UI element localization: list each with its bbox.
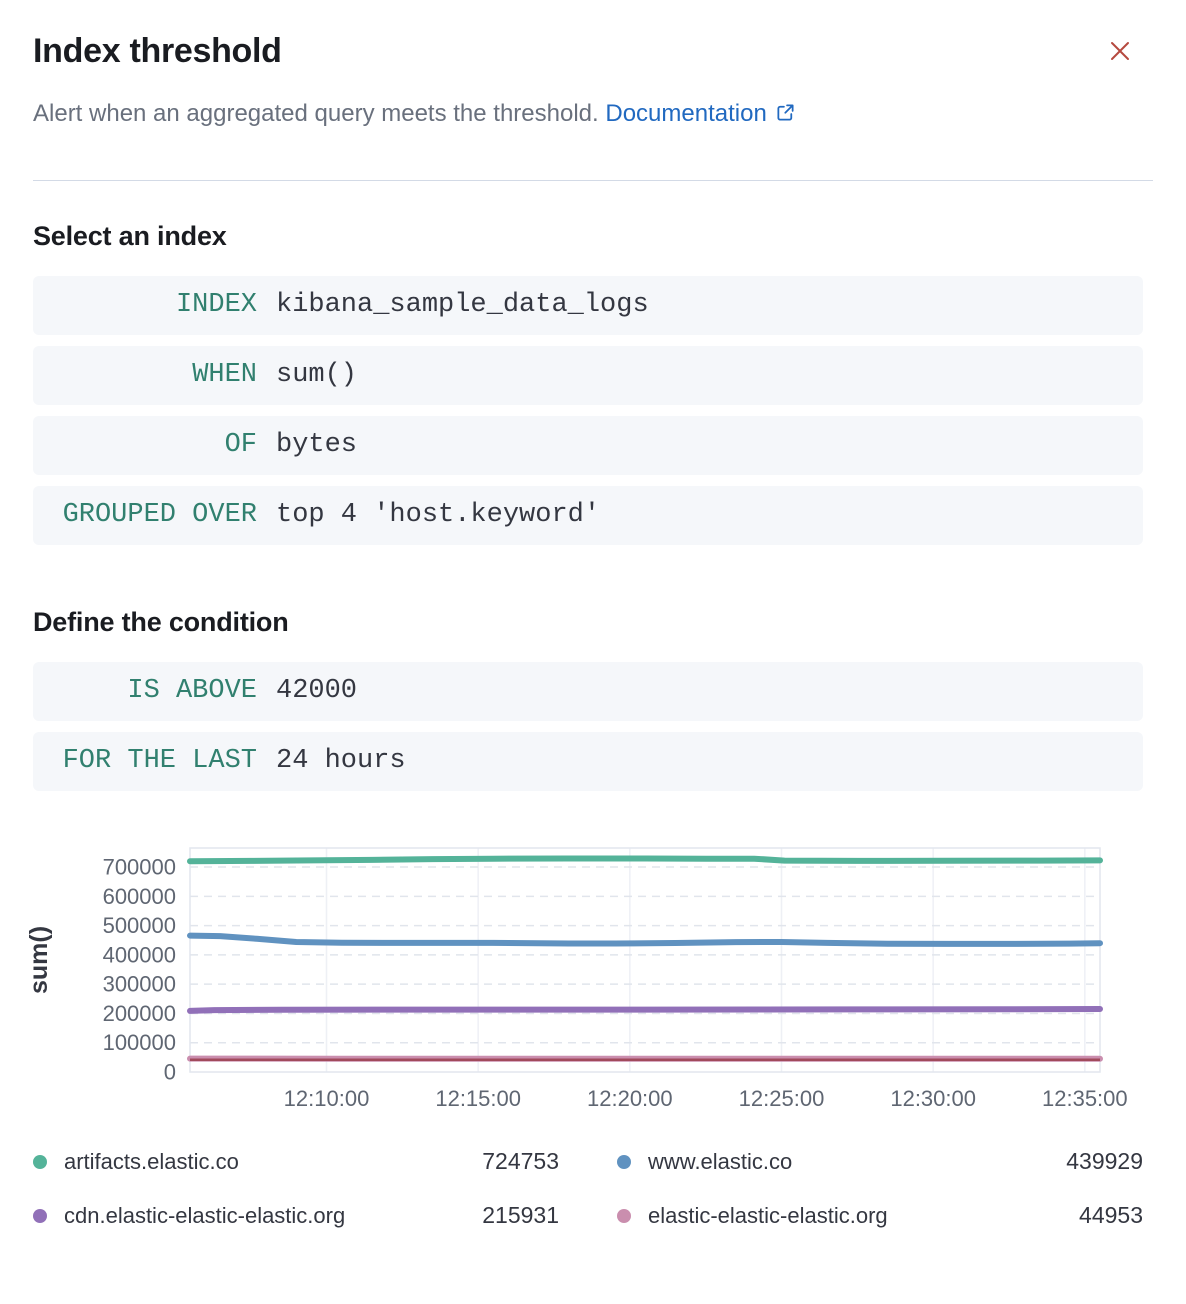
svg-text:300000: 300000: [103, 971, 176, 996]
flyout-header: Index threshold Alert when an aggregated…: [0, 0, 1186, 130]
legend-item: www.elastic.co 439929: [617, 1149, 1143, 1175]
threshold-preview-chart: 0 100000 200000 300000 400000 500000 600000 700…: [0, 833, 1186, 1123]
svg-text:500000: 500000: [103, 913, 176, 938]
expression-row-for-the-last[interactable]: FOR THE LAST 24 hours: [33, 732, 1143, 791]
legend-item: artifacts.elastic.co 724753: [33, 1149, 559, 1175]
expression-value: 24 hours: [276, 746, 406, 776]
legend-label: elastic-elastic-elastic.org: [648, 1203, 1043, 1229]
expression-keyword: FOR THE LAST: [33, 746, 257, 776]
expression-keyword: INDEX: [33, 290, 257, 320]
expression-value: sum(): [276, 360, 357, 390]
legend-dot-icon: [33, 1155, 47, 1169]
legend-label: www.elastic.co: [648, 1149, 1043, 1175]
expression-value: kibana_sample_data_logs: [276, 290, 649, 320]
legend-label: artifacts.elastic.co: [64, 1149, 459, 1175]
svg-text:700000: 700000: [103, 854, 176, 879]
condition-section: Define the condition IS ABOVE 42000 FOR …: [0, 607, 1186, 791]
expression-keyword: WHEN: [33, 360, 257, 390]
expression-value: 42000: [276, 676, 357, 706]
legend-value: 724753: [459, 1148, 559, 1175]
svg-text:200000: 200000: [103, 1000, 176, 1025]
svg-text:12:15:00: 12:15:00: [435, 1086, 521, 1111]
legend-dot-icon: [33, 1209, 47, 1223]
svg-text:0: 0: [164, 1059, 176, 1084]
expression-value: bytes: [276, 430, 357, 460]
svg-text:400000: 400000: [103, 942, 176, 967]
expression-row-is-above[interactable]: IS ABOVE 42000: [33, 662, 1143, 721]
index-threshold-flyout: Index threshold Alert when an aggregated…: [0, 0, 1186, 1304]
expression-keyword: IS ABOVE: [33, 676, 257, 706]
expression-keyword: OF: [33, 430, 257, 460]
legend-label: cdn.elastic-elastic-elastic.org: [64, 1203, 459, 1229]
svg-text:600000: 600000: [103, 883, 176, 908]
chart-canvas: 0 100000 200000 300000 400000 500000 600000 700…: [0, 833, 1186, 1123]
external-link-icon: [775, 102, 796, 123]
expression-keyword: GROUPED OVER: [33, 500, 257, 530]
divider: [33, 180, 1153, 181]
legend-dot-icon: [617, 1209, 631, 1223]
legend-dot-icon: [617, 1155, 631, 1169]
flyout-subtitle: Alert when an aggregated query meets the…: [33, 98, 1143, 130]
subtitle-text: Alert when an aggregated query meets the…: [33, 100, 599, 127]
legend-item: elastic-elastic-elastic.org 44953: [617, 1203, 1143, 1229]
documentation-link[interactable]: Documentation: [605, 100, 795, 127]
svg-text:12:25:00: 12:25:00: [739, 1086, 825, 1111]
documentation-link-label: Documentation: [605, 100, 766, 127]
close-icon: [1108, 39, 1132, 63]
chart-legend: artifacts.elastic.co 724753 www.elastic.…: [0, 1149, 1186, 1229]
svg-text:12:20:00: 12:20:00: [587, 1086, 673, 1111]
expression-row-grouped-over[interactable]: GROUPED OVER top 4 'host.keyword': [33, 486, 1143, 545]
select-index-section: Select an index INDEX kibana_sample_data…: [0, 221, 1186, 545]
svg-text:100000: 100000: [103, 1030, 176, 1055]
legend-item: cdn.elastic-elastic-elastic.org 215931: [33, 1203, 559, 1229]
svg-text:sum(): sum(): [25, 925, 53, 993]
legend-value: 44953: [1043, 1202, 1143, 1229]
close-button[interactable]: [1103, 34, 1137, 68]
condition-heading: Define the condition: [33, 607, 1143, 638]
svg-text:12:30:00: 12:30:00: [890, 1086, 976, 1111]
page-title: Index threshold: [33, 30, 1143, 73]
legend-value: 215931: [459, 1202, 559, 1229]
expression-row-of[interactable]: OF bytes: [33, 416, 1143, 475]
select-index-heading: Select an index: [33, 221, 1143, 252]
svg-text:12:35:00: 12:35:00: [1042, 1086, 1128, 1111]
svg-text:12:10:00: 12:10:00: [284, 1086, 370, 1111]
expression-row-index[interactable]: INDEX kibana_sample_data_logs: [33, 276, 1143, 335]
expression-value: top 4 'host.keyword': [276, 500, 600, 530]
legend-value: 439929: [1043, 1148, 1143, 1175]
expression-row-when[interactable]: WHEN sum(): [33, 346, 1143, 405]
